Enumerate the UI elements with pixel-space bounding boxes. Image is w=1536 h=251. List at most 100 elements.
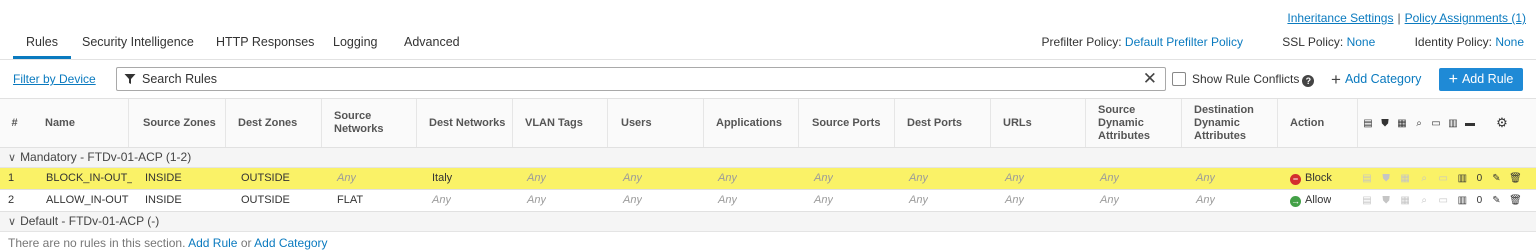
time-range-icon[interactable]: ▭ bbox=[1436, 190, 1450, 211]
column-header-source-ports[interactable]: Source Ports bbox=[799, 99, 895, 147]
add-rule-button[interactable]: + Add Rule bbox=[1439, 68, 1523, 91]
column-header-name[interactable]: Name bbox=[29, 99, 129, 147]
rule-number: 1 bbox=[8, 172, 15, 184]
comment-count: 0 bbox=[1476, 195, 1483, 206]
section-mandatory[interactable]: ∨ Mandatory - FTDv-01-ACP (1-2) bbox=[0, 148, 1536, 168]
rule-name[interactable]: BLOCK_IN-OUT_I bbox=[36, 168, 132, 189]
identity-policy: Identity Policy: None bbox=[1415, 35, 1524, 49]
empty-section-text: There are no rules in this section. bbox=[8, 236, 186, 250]
edit-icon[interactable]: ✎ bbox=[1489, 168, 1503, 189]
prefilter-policy: Prefilter Policy: Default Prefilter Poli… bbox=[1042, 35, 1243, 49]
ssl-policy-link[interactable]: None bbox=[1347, 35, 1376, 49]
section-default[interactable]: ∨ Default - FTDv-01-ACP (-) bbox=[0, 212, 1536, 232]
column-header-icons: ▤ ⛊ ▦ ⌕ ▭ ▥ ▬ ⚙ bbox=[1360, 99, 1511, 147]
column-header-urls[interactable]: URLs bbox=[991, 99, 1086, 147]
identity-policy-link[interactable]: None bbox=[1495, 35, 1524, 49]
inheritance-settings-link[interactable]: Inheritance Settings bbox=[1287, 11, 1393, 25]
column-header-source-zones[interactable]: Source Zones bbox=[129, 99, 226, 147]
empty-add-rule-link[interactable]: Add Rule bbox=[188, 236, 237, 250]
chevron-down-icon: ∨ bbox=[8, 216, 17, 228]
rule-source-networks: Any bbox=[337, 172, 356, 184]
rule-icons: ▤ ⛊ ▦ ⌕ ▭ ▥ 0 ✎ 🗑 bbox=[1360, 190, 1525, 211]
column-header-vlan-tags[interactable]: VLAN Tags bbox=[513, 99, 608, 147]
filter-by-device-link[interactable]: Filter by Device bbox=[13, 72, 96, 86]
intrusion-policy-icon[interactable]: ▤ bbox=[1360, 168, 1374, 189]
column-header-dest-zones[interactable]: Dest Zones bbox=[226, 99, 322, 147]
rule-source-zones: INSIDE bbox=[145, 172, 182, 184]
table-header: # Name Source Zones Dest Zones Source Ne… bbox=[0, 98, 1536, 148]
empty-add-category-link[interactable]: Add Category bbox=[254, 236, 327, 250]
policy-bar: Prefilter Policy: Default Prefilter Poli… bbox=[1042, 35, 1524, 49]
show-rule-conflicts-checkbox[interactable] bbox=[1172, 72, 1186, 86]
column-header-source-dynamic-attributes[interactable]: Source Dynamic Attributes bbox=[1086, 99, 1182, 147]
show-rule-conflicts-label: Show Rule Conflicts bbox=[1192, 72, 1300, 86]
time-range-icon: ▭ bbox=[1431, 117, 1441, 129]
search-rules-box: ✕ bbox=[116, 67, 1166, 91]
file-policy-icon[interactable]: ▦ bbox=[1398, 190, 1412, 211]
ssl-policy: SSL Policy: None bbox=[1282, 35, 1375, 49]
column-header-users[interactable]: Users bbox=[608, 99, 704, 147]
intrusion-policy-icon: ▤ bbox=[1363, 117, 1373, 129]
logging-icon[interactable]: ⌕ bbox=[1417, 168, 1431, 189]
document-icon[interactable]: ▥ bbox=[1455, 168, 1469, 189]
rule-source-zones: INSIDE bbox=[145, 194, 182, 206]
empty-or-text: or bbox=[240, 236, 252, 250]
rules-table: # Name Source Zones Dest Zones Source Ne… bbox=[0, 98, 1536, 251]
rule-action[interactable]: − Block bbox=[1280, 168, 1332, 189]
search-rules-input[interactable] bbox=[142, 71, 1142, 87]
column-header-action[interactable]: Action bbox=[1278, 99, 1358, 147]
rule-urls: Any bbox=[1005, 194, 1024, 206]
column-header-destination-dynamic-attributes[interactable]: Destination Dynamic Attributes bbox=[1182, 99, 1278, 147]
rule-number: 2 bbox=[8, 194, 15, 206]
column-header-source-networks[interactable]: Source Networks bbox=[322, 99, 417, 147]
rule-source-dynamic-attributes: Any bbox=[1100, 172, 1119, 184]
shield-icon[interactable]: ⛊ bbox=[1379, 190, 1393, 211]
prefilter-policy-link[interactable]: Default Prefilter Policy bbox=[1125, 35, 1243, 49]
tab-http-responses[interactable]: HTTP Responses bbox=[216, 35, 314, 59]
prefilter-policy-label: Prefilter Policy: bbox=[1041, 35, 1122, 49]
document-icon: ▥ bbox=[1448, 117, 1458, 129]
document-icon[interactable]: ▥ bbox=[1455, 190, 1469, 211]
tab-logging[interactable]: Logging bbox=[333, 35, 378, 59]
help-icon[interactable]: ? bbox=[1302, 75, 1315, 87]
logging-icon[interactable]: ⌕ bbox=[1417, 190, 1431, 211]
rule-action-label: Block bbox=[1305, 172, 1332, 184]
rule-destination-dynamic-attributes: Any bbox=[1196, 194, 1215, 206]
rule-vlan-tags: Any bbox=[527, 172, 546, 184]
delete-icon[interactable]: 🗑 bbox=[1509, 190, 1523, 211]
header-links: Inheritance Settings | Policy Assignments … bbox=[1287, 11, 1526, 25]
clear-search-icon[interactable]: ✕ bbox=[1143, 69, 1157, 89]
column-header-applications[interactable]: Applications bbox=[704, 99, 799, 147]
link-separator: | bbox=[1397, 11, 1401, 25]
edit-icon[interactable]: ✎ bbox=[1489, 190, 1503, 211]
rule-source-ports: Any bbox=[814, 194, 833, 206]
rule-users: Any bbox=[623, 194, 642, 206]
column-header-dest-ports[interactable]: Dest Ports bbox=[895, 99, 991, 147]
rule-applications: Any bbox=[718, 194, 737, 206]
rule-source-dynamic-attributes: Any bbox=[1100, 194, 1119, 206]
logging-icon: ⌕ bbox=[1416, 117, 1422, 129]
time-range-icon[interactable]: ▭ bbox=[1436, 168, 1450, 189]
policy-assignments-link[interactable]: Policy Assignments (1) bbox=[1405, 11, 1526, 25]
rule-action[interactable]: → Allow bbox=[1280, 190, 1331, 211]
tab-advanced[interactable]: Advanced bbox=[404, 35, 460, 59]
add-category-label: Add Category bbox=[1344, 72, 1422, 86]
table-row[interactable]: 1 BLOCK_IN-OUT_I INSIDE OUTSIDE Any Ital… bbox=[0, 168, 1536, 190]
plus-icon: + bbox=[1331, 70, 1341, 89]
column-header-dest-networks[interactable]: Dest Networks bbox=[417, 99, 513, 147]
filter-icon bbox=[124, 73, 136, 88]
comment-count: 0 bbox=[1476, 173, 1483, 184]
table-row[interactable]: 2 ALLOW_IN-OUT INSIDE OUTSIDE FLAT Any A… bbox=[0, 190, 1536, 212]
add-category-button[interactable]: + Add Category bbox=[1331, 70, 1421, 90]
intrusion-policy-icon[interactable]: ▤ bbox=[1360, 190, 1374, 211]
file-policy-icon[interactable]: ▦ bbox=[1398, 168, 1412, 189]
rules-toolbar: Filter by Device ✕ Show Rule Conflicts? … bbox=[0, 60, 1536, 98]
identity-policy-label: Identity Policy: bbox=[1414, 35, 1492, 49]
chevron-down-icon: ∨ bbox=[8, 152, 17, 164]
shield-icon[interactable]: ⛊ bbox=[1379, 168, 1393, 189]
gear-icon[interactable]: ⚙ bbox=[1494, 115, 1510, 131]
tab-security-intelligence[interactable]: Security Intelligence bbox=[82, 35, 194, 59]
delete-icon[interactable]: 🗑 bbox=[1509, 168, 1523, 189]
rule-name[interactable]: ALLOW_IN-OUT bbox=[36, 190, 132, 211]
tab-rules[interactable]: Rules bbox=[13, 35, 71, 59]
